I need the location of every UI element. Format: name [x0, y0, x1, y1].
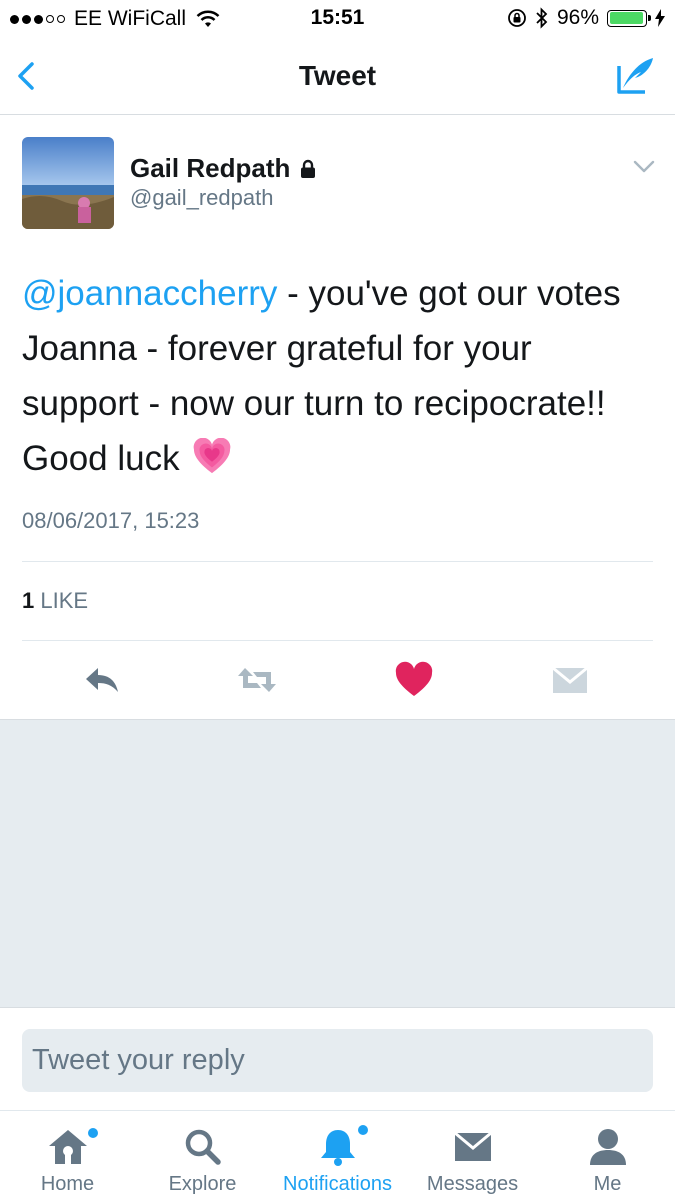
- lock-icon: [301, 159, 316, 178]
- retweet-icon[interactable]: [235, 660, 279, 700]
- author-handle[interactable]: @gail_redpath: [130, 185, 273, 211]
- tab-label: Messages: [426, 1173, 519, 1195]
- battery-icon: [607, 9, 651, 27]
- tab-label: Home: [40, 1173, 95, 1195]
- home-icon: [49, 1130, 87, 1164]
- tab-label: Notifications: [283, 1173, 392, 1195]
- tab-bar: Home Explore Notifications Messages Me: [0, 1110, 675, 1201]
- divider: [22, 640, 653, 641]
- rotation-lock-icon: [508, 9, 526, 27]
- search-icon: [185, 1129, 221, 1165]
- growing-heart-emoji: [193, 438, 231, 474]
- bell-icon: [321, 1130, 355, 1166]
- page-title: Tweet: [298, 60, 377, 91]
- avatar[interactable]: [22, 137, 114, 229]
- status-right: 96%: [507, 6, 665, 30]
- tab-label: Explore: [168, 1173, 237, 1195]
- divider: [22, 561, 653, 562]
- author-name-row[interactable]: Gail Redpath: [130, 153, 316, 184]
- nav-bar: Tweet: [0, 40, 675, 115]
- tab-home[interactable]: Home: [0, 1111, 135, 1201]
- home-badge: [88, 1128, 98, 1138]
- like-count[interactable]: 1 LIKE: [22, 588, 88, 614]
- direct-message-icon[interactable]: [548, 660, 592, 700]
- tab-explore[interactable]: Explore: [135, 1111, 270, 1201]
- notifications-badge: [358, 1125, 368, 1135]
- tab-label: Me: [593, 1173, 622, 1195]
- tab-messages[interactable]: Messages: [405, 1111, 540, 1201]
- like-icon[interactable]: [392, 660, 436, 700]
- reply-input[interactable]: [22, 1029, 653, 1092]
- like-count-label: LIKE: [40, 588, 89, 613]
- charging-icon: [655, 9, 665, 27]
- reply-icon[interactable]: [80, 660, 124, 700]
- bluetooth-icon: [536, 7, 548, 29]
- tweet-text: @joannaccherry - you've got our votes Jo…: [22, 266, 657, 486]
- mention-link[interactable]: @joannaccherry: [22, 274, 277, 313]
- author-name[interactable]: Gail Redpath: [130, 153, 290, 184]
- like-count-value: 1: [22, 588, 35, 613]
- replies-area: [0, 719, 675, 1008]
- person-icon: [590, 1129, 626, 1165]
- tweet-timestamp: 08/06/2017, 15:23: [22, 508, 200, 533]
- battery-percent: 96%: [556, 6, 599, 29]
- tab-notifications[interactable]: Notifications: [270, 1111, 405, 1201]
- envelope-icon: [454, 1131, 492, 1161]
- status-bar: EE WiFiCall 15:51 96%: [0, 0, 675, 40]
- compose-tweet-icon[interactable]: [615, 54, 657, 96]
- tab-me[interactable]: Me: [540, 1111, 675, 1201]
- chevron-down-icon[interactable]: [633, 160, 655, 174]
